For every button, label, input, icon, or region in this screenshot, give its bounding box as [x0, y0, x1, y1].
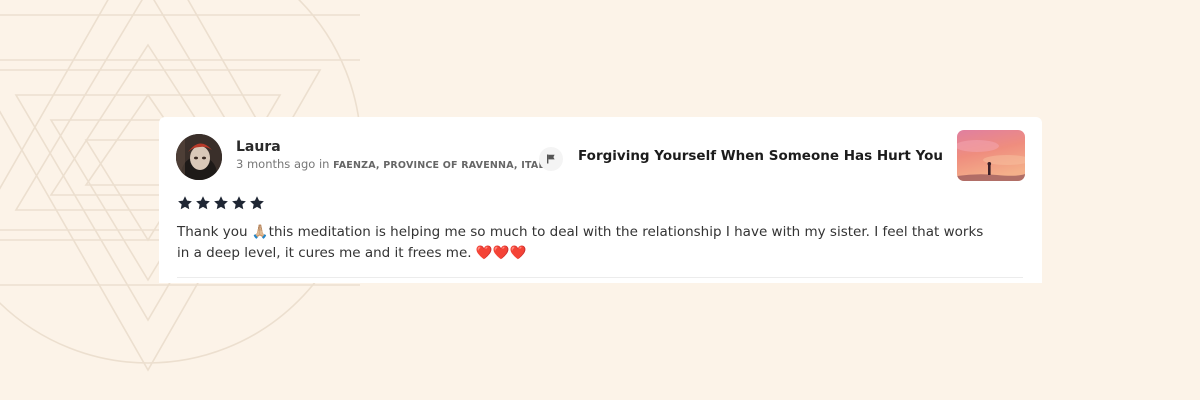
star-icon	[178, 196, 192, 210]
review-time: 3 months ago	[236, 157, 316, 171]
star-icon	[214, 196, 228, 210]
report-button[interactable]	[539, 147, 563, 171]
meditation-title[interactable]: Forgiving Yourself When Someone Has Hurt…	[578, 148, 943, 164]
flag-icon	[547, 154, 555, 164]
review-card: Laura 3 months ago in FAENZA, PROVINCE O…	[159, 117, 1042, 283]
review-text: Thank you 🙏🏼this meditation is helping m…	[177, 224, 984, 261]
review-location: FAENZA, PROVINCE OF RAVENNA, ITALY	[333, 160, 551, 171]
star-icon	[232, 196, 246, 210]
review-meta: 3 months ago in FAENZA, PROVINCE OF RAVE…	[236, 157, 550, 171]
in-label: in	[318, 157, 330, 171]
star-rating	[177, 195, 265, 211]
reviewer-name[interactable]: Laura	[236, 139, 281, 155]
avatar[interactable]	[176, 134, 222, 180]
star-icon	[250, 196, 264, 210]
meditation-thumbnail[interactable]	[957, 130, 1025, 181]
divider	[177, 277, 1023, 278]
star-icon	[196, 196, 210, 210]
